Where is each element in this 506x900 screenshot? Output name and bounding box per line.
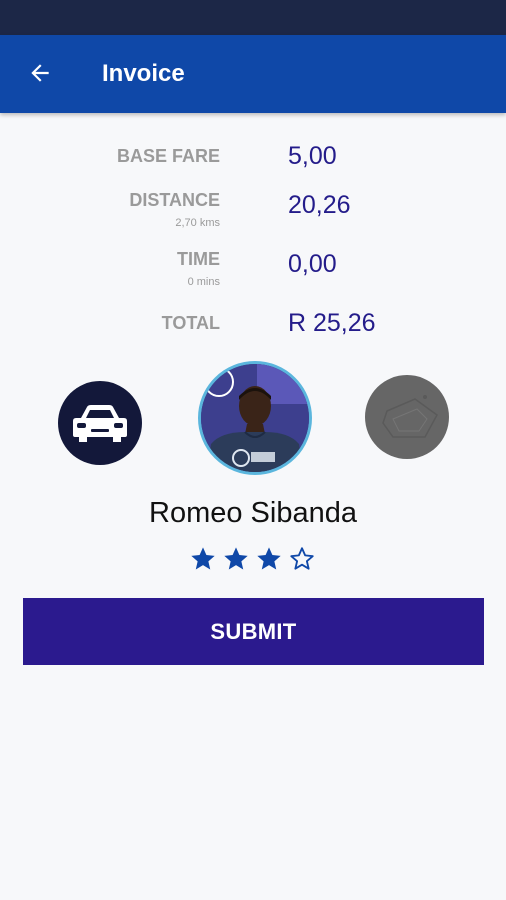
map-circle (365, 375, 449, 459)
total-label: TOTAL (161, 313, 220, 333)
distance-label: DISTANCE (129, 190, 220, 210)
driver-photo (201, 364, 309, 472)
star-filled-icon (224, 547, 248, 570)
time-label: TIME (177, 249, 220, 269)
rating-star-4[interactable] (287, 542, 317, 576)
rating-star-2[interactable] (221, 542, 251, 576)
car-circle (58, 381, 142, 465)
base-fare-value: 5,00 (288, 142, 337, 170)
driver-name: Romeo Sibanda (149, 497, 357, 529)
star-outline-icon (290, 547, 314, 570)
total-value: R 25,26 (288, 309, 376, 337)
star-filled-icon (257, 547, 281, 570)
time-sub-label: 0 mins (187, 276, 220, 288)
rating-star-3[interactable] (254, 542, 284, 576)
distance-sub-label: 2,70 kms (175, 217, 220, 229)
time-value: 0,00 (288, 250, 337, 278)
map-icon (382, 395, 438, 438)
car-icon (73, 405, 127, 442)
rating-star-1[interactable] (188, 542, 218, 576)
rating-stars[interactable] (188, 542, 320, 576)
app-bar: Invoice (0, 35, 506, 113)
back-button[interactable] (22, 55, 58, 91)
driver-avatar (198, 361, 312, 475)
base-fare-label: BASE FARE (116, 146, 220, 166)
distance-value: 20,26 (288, 191, 351, 219)
arrow-left-icon (31, 64, 49, 82)
submit-button[interactable]: SUBMIT (23, 598, 484, 665)
status-bar (0, 0, 506, 35)
page-title: Invoice (102, 60, 185, 87)
star-filled-icon (191, 547, 215, 570)
